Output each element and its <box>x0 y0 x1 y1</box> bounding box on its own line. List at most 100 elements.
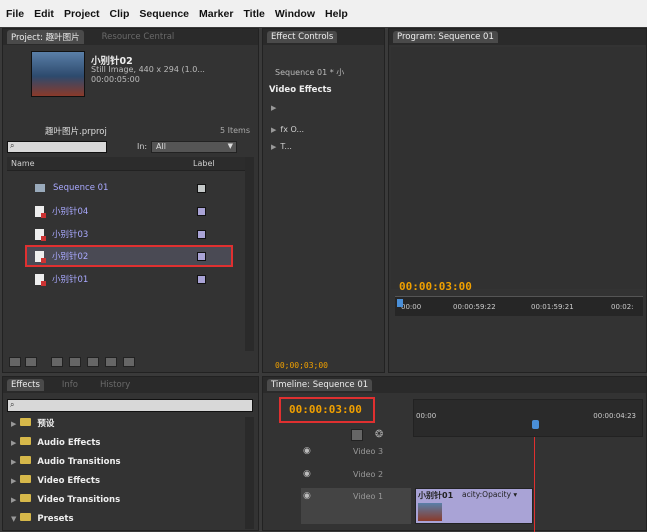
program-timecode[interactable]: 00:00:03:00 <box>399 280 472 293</box>
ruler-label: 00:01:59:21 <box>531 303 574 311</box>
timeline-tabbar: Timeline: Sequence 01 <box>263 377 646 393</box>
folder-icon <box>20 437 32 445</box>
effects-search-input[interactable]: ⌕ <box>7 399 253 412</box>
tab-effect-controls[interactable]: Effect Controls <box>267 31 338 43</box>
effect-row[interactable]: ▶ <box>271 103 280 112</box>
still-image-icon <box>35 273 46 286</box>
clip-info: Still Image, 440 x 294 (1.0... <box>91 65 205 74</box>
tab-resource-central[interactable]: Resource Central <box>98 31 179 43</box>
menu-clip[interactable]: Clip <box>110 8 130 20</box>
menu-help[interactable]: Help <box>325 8 348 20</box>
timeline-timecode[interactable]: 00:00:03:00 <box>289 403 362 416</box>
label-swatch[interactable] <box>197 184 206 193</box>
new-bin-button[interactable] <box>87 357 99 367</box>
clip-thumbnail <box>31 51 85 97</box>
search-icon: ⌕ <box>10 141 15 150</box>
effect-row[interactable]: ▶ T... <box>271 142 292 151</box>
in-dropdown[interactable]: All ▼ <box>151 141 237 153</box>
eye-icon[interactable]: ◉ <box>303 469 311 479</box>
menu-file[interactable]: File <box>6 8 24 20</box>
ruler-label: 00:00:59:22 <box>453 303 496 311</box>
ruler-label: 00:02: <box>611 303 634 311</box>
project-toolbar <box>7 357 253 369</box>
still-image-icon <box>35 250 46 263</box>
sequence-icon <box>35 184 45 192</box>
clip-label: 小别针01 <box>418 491 454 500</box>
new-item-button[interactable] <box>105 357 117 367</box>
tab-effects[interactable]: Effects <box>7 379 44 391</box>
effects-list-item[interactable]: ▶ Audio Effects <box>11 437 100 448</box>
marker-icon[interactable]: ❂ <box>375 429 383 440</box>
track-label[interactable]: Video 2 <box>353 470 383 479</box>
project-search-input[interactable]: ⌕ <box>7 141 107 153</box>
track-label[interactable]: Video 3 <box>353 447 383 456</box>
expand-icon: ▶ <box>271 126 277 134</box>
program-monitor-panel: Program: Sequence 01 00:00:03:00 00:00 0… <box>388 28 647 373</box>
in-label: In: <box>137 142 148 151</box>
expand-icon: ▶ <box>11 439 17 447</box>
label-swatch[interactable] <box>197 252 206 261</box>
track-label[interactable]: Video 1 <box>353 492 383 501</box>
track-row: ◉ Video 2 <box>301 466 411 484</box>
menu-title[interactable]: Title <box>243 8 264 20</box>
find-button[interactable] <box>69 357 81 367</box>
effects-list-item[interactable]: ▶ Audio Transitions <box>11 456 121 467</box>
label-swatch[interactable] <box>197 230 206 239</box>
expand-icon: ▼ <box>11 515 17 523</box>
label-swatch[interactable] <box>197 207 206 216</box>
effects-list-item[interactable]: ▶ 预设 <box>11 417 54 429</box>
program-tabbar: Program: Sequence 01 <box>389 29 646 45</box>
column-header: Name Label <box>7 157 245 171</box>
tab-info[interactable]: Info <box>58 379 82 391</box>
sequence-label[interactable]: Sequence 01 * 小 <box>275 67 344 78</box>
col-label[interactable]: Label <box>193 159 215 168</box>
playhead-line <box>534 437 535 532</box>
effects-tabbar: Effects Info History <box>3 377 258 393</box>
tab-history[interactable]: History <box>96 379 134 391</box>
effects-panel: Effects Info History ⌕ ▶ 预设 ▶ Audio Effect… <box>2 376 259 531</box>
label-swatch[interactable] <box>197 275 206 284</box>
effects-list-item[interactable]: ▶ Video Effects <box>11 475 100 486</box>
folder-icon <box>20 494 32 502</box>
expand-icon: ▶ <box>11 477 17 485</box>
chevron-down-icon: ▼ <box>227 142 233 150</box>
eye-icon[interactable]: ◉ <box>303 446 311 456</box>
tab-project[interactable]: Project: 趣叶图片 <box>7 30 84 44</box>
effects-list-item[interactable]: ▶ Video Transitions <box>11 494 120 505</box>
menu-marker[interactable]: Marker <box>199 8 233 20</box>
effect-controls-timecode[interactable]: 00;00;03;00 <box>275 361 328 370</box>
eye-icon[interactable]: ◉ <box>303 491 311 501</box>
item-name: 小别针02 <box>52 252 89 262</box>
list-view-button[interactable] <box>9 357 21 367</box>
menu-project[interactable]: Project <box>64 8 100 20</box>
effect-row[interactable]: ▶ fx O... <box>271 125 304 134</box>
icon-view-button[interactable] <box>25 357 37 367</box>
timeline-ruler[interactable]: 00:00 00:00:04:23 <box>413 399 643 437</box>
project-panel: Project: 趣叶图片 Resource Central 小别针02 Sti… <box>2 28 259 373</box>
project-scrollbar[interactable] <box>245 157 254 351</box>
snap-button[interactable] <box>351 429 363 441</box>
timeline-clip[interactable]: 小别针01 acity:Opacity ▾ <box>415 488 533 524</box>
effect-controls-tabbar: Effect Controls <box>263 29 384 45</box>
clear-button[interactable] <box>123 357 135 367</box>
program-ruler[interactable]: 00:00 00:00:59:22 00:01:59:21 00:02: <box>395 296 643 316</box>
menu-window[interactable]: Window <box>275 8 315 20</box>
program-video-area <box>391 47 645 289</box>
tab-timeline[interactable]: Timeline: Sequence 01 <box>267 379 373 391</box>
folder-icon <box>20 456 32 464</box>
ruler-label: 00:00 <box>401 303 422 311</box>
ruler-end: 00:00:04:23 <box>593 412 636 420</box>
clip-duration: 00:00:05:00 <box>91 75 140 84</box>
effects-list-item[interactable]: ▼ Presets <box>11 513 74 524</box>
col-name[interactable]: Name <box>11 159 35 168</box>
effects-scrollbar[interactable] <box>245 417 254 529</box>
expand-icon: ▶ <box>11 420 17 428</box>
automate-button[interactable] <box>51 357 63 367</box>
item-name: 小别针03 <box>52 230 89 240</box>
tab-program[interactable]: Program: Sequence 01 <box>393 31 498 43</box>
menu-sequence[interactable]: Sequence <box>139 8 189 20</box>
menu-edit[interactable]: Edit <box>34 8 54 20</box>
expand-icon: ▶ <box>271 143 277 151</box>
playhead-icon[interactable] <box>397 299 403 307</box>
playhead-icon[interactable] <box>532 420 539 429</box>
